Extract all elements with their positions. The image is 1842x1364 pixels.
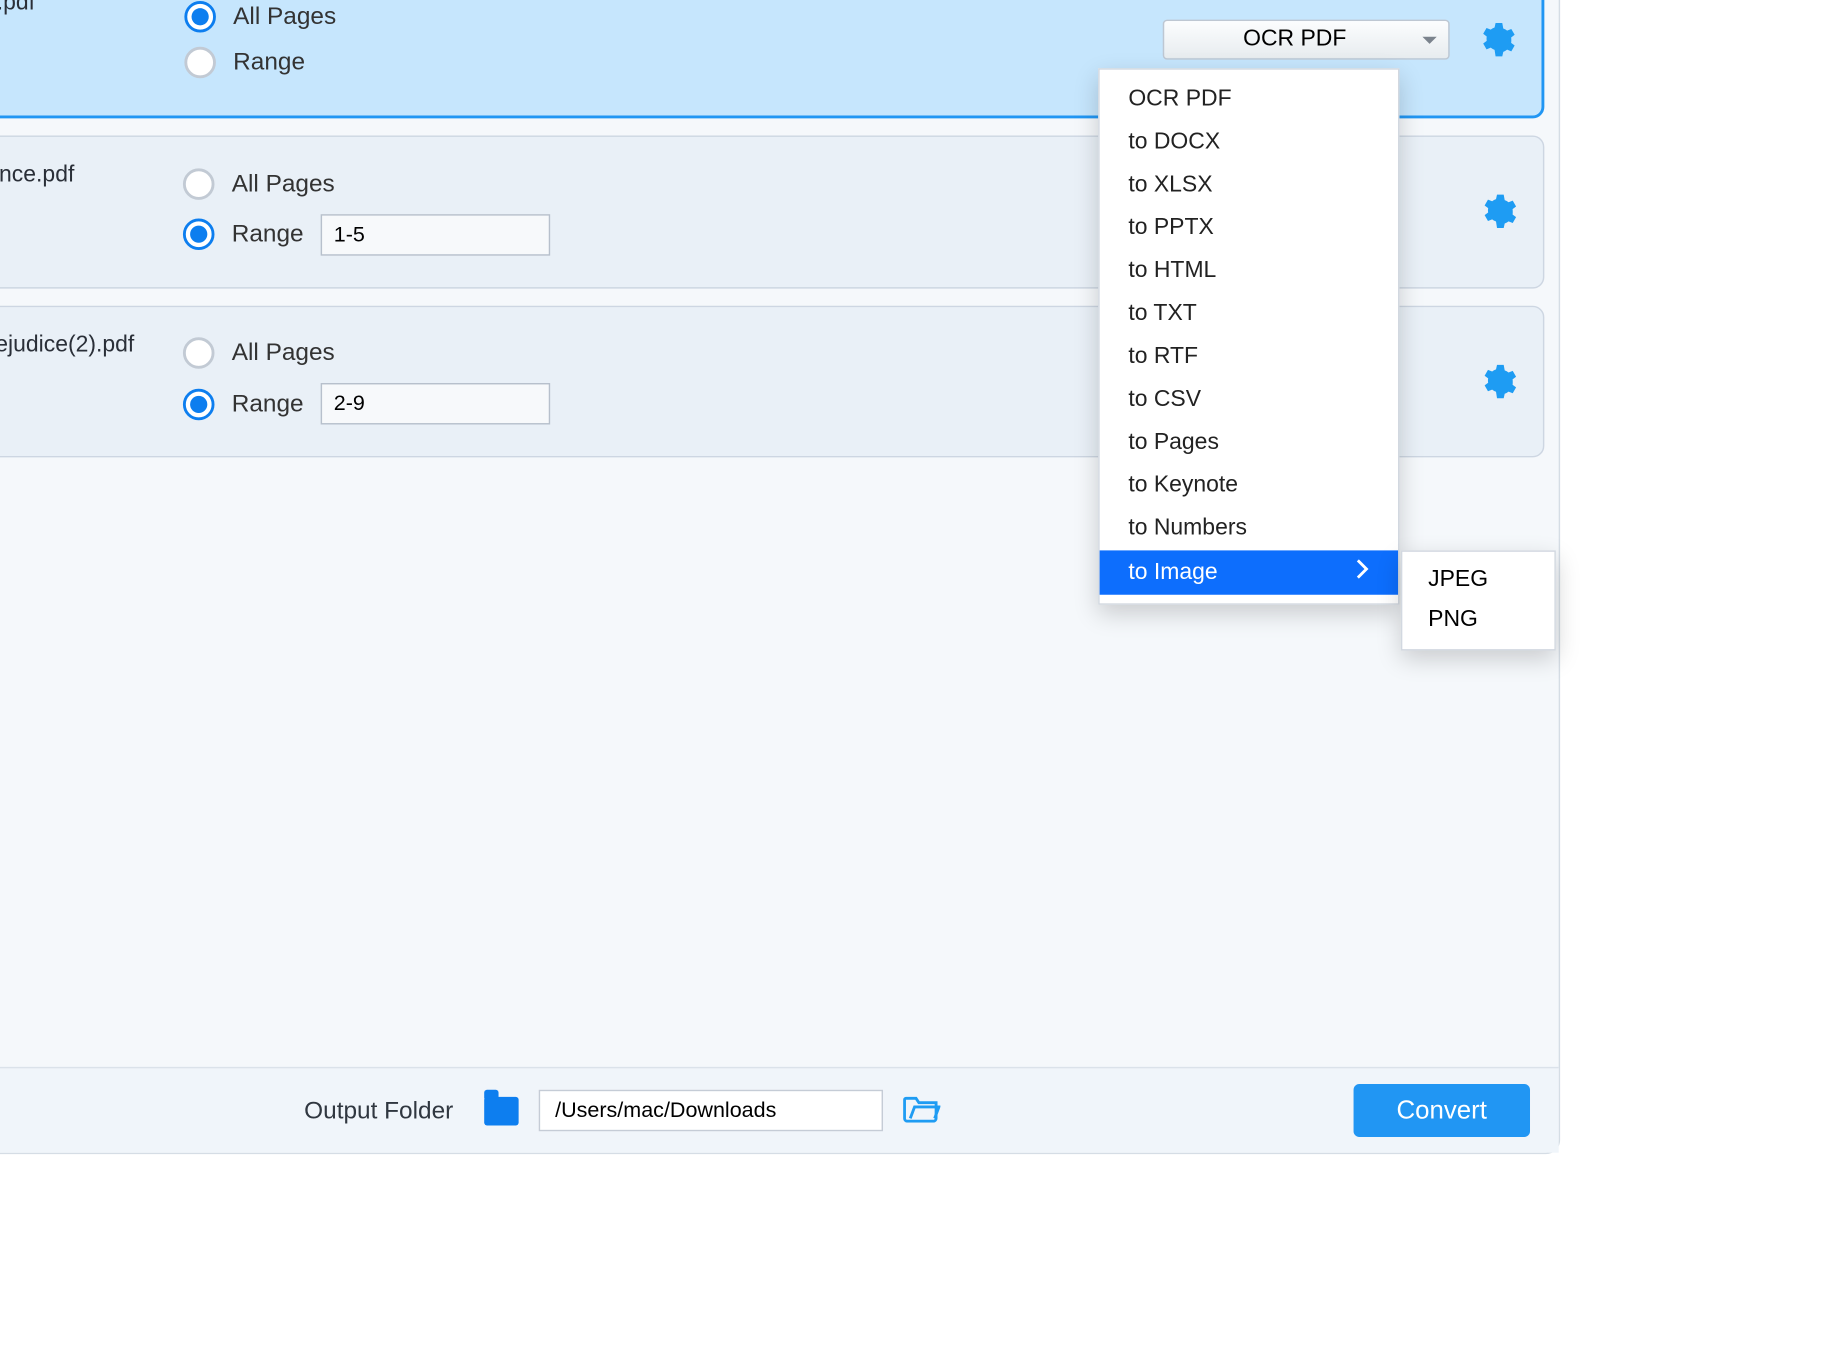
format-option[interactable]: to DOCX xyxy=(1100,121,1398,164)
all-pages-label: All Pages xyxy=(232,339,335,368)
file-pages: 54 Pages xyxy=(0,230,157,267)
format-option[interactable]: to PPTX xyxy=(1100,207,1398,250)
page-mode-group: All Pages Range xyxy=(184,2,336,79)
page-mode-group: All Pages Range xyxy=(183,338,550,425)
all-pages-label: All Pages xyxy=(232,169,335,198)
file-pages: 1 Pages xyxy=(0,59,159,96)
app-window: Cisdem PDF Converter OCR Converter Creat… xyxy=(0,0,1560,1154)
radio-all-pages[interactable] xyxy=(184,2,216,33)
range-label: Range xyxy=(232,390,304,419)
radio-all-pages[interactable] xyxy=(183,168,215,199)
range-label: Range xyxy=(232,220,304,249)
image-format-option[interactable]: JPEG xyxy=(1402,560,1554,600)
file-meta: The Little Prince.pdf1.65 MB54 Pages xyxy=(0,157,157,267)
file-size: 1.65 MB xyxy=(0,193,157,230)
format-option[interactable]: to XLSX xyxy=(1100,164,1398,207)
output-path-field[interactable]: /Users/mac/Downloads xyxy=(539,1090,883,1131)
file-name: pride-and-prejudice(2).pdf xyxy=(0,327,157,364)
format-option[interactable]: OCR PDF xyxy=(1100,78,1398,121)
file-name: scanned pdf.pdf xyxy=(0,0,159,22)
folder-icon xyxy=(485,1096,519,1125)
radio-all-pages[interactable] xyxy=(183,338,215,369)
browse-folder-icon[interactable] xyxy=(904,1091,941,1130)
row-right xyxy=(1477,192,1517,232)
convert-button[interactable]: Convert xyxy=(1353,1084,1529,1137)
file-pages: 479 Pages xyxy=(0,400,157,437)
gear-icon[interactable] xyxy=(1475,20,1515,60)
radio-range[interactable] xyxy=(183,219,215,250)
file-meta: scanned pdf.pdf3.24 MB1 Pages xyxy=(0,0,159,95)
radio-range[interactable] xyxy=(184,47,216,78)
format-option[interactable]: to Image xyxy=(1100,550,1398,594)
format-option[interactable]: to HTML xyxy=(1100,250,1398,293)
chevron-right-icon xyxy=(1355,559,1369,586)
row-right xyxy=(1477,361,1517,401)
format-option[interactable]: to Numbers xyxy=(1100,507,1398,550)
bottom-bar: + − Output Folder /Users/mac/Downloads C… xyxy=(0,1067,1559,1153)
range-input[interactable] xyxy=(321,384,551,425)
format-option[interactable]: to Keynote xyxy=(1100,465,1398,508)
page-mode-group: All Pages Range xyxy=(183,168,550,255)
format-option[interactable]: to Pages xyxy=(1100,422,1398,465)
range-input[interactable] xyxy=(321,214,551,255)
file-size: 1.53 MB xyxy=(0,363,157,400)
format-option[interactable]: to CSV xyxy=(1100,379,1398,422)
gear-icon[interactable] xyxy=(1477,361,1517,401)
format-select[interactable]: OCR PDF xyxy=(1163,20,1450,60)
image-format-option[interactable]: PNG xyxy=(1402,600,1554,640)
image-format-submenu: JPEGPNG xyxy=(1401,550,1556,650)
all-pages-label: All Pages xyxy=(233,3,336,32)
file-meta: pride-and-prejudice(2).pdf1.53 MB479 Pag… xyxy=(0,327,157,437)
range-label: Range xyxy=(233,49,305,78)
format-option[interactable]: to RTF xyxy=(1100,336,1398,379)
output-folder-label: Output Folder xyxy=(304,1096,453,1125)
file-name: The Little Prince.pdf xyxy=(0,157,157,194)
format-option[interactable]: to TXT xyxy=(1100,293,1398,336)
row-right: OCR PDF xyxy=(1163,20,1516,60)
file-size: 3.24 MB xyxy=(0,22,159,59)
gear-icon[interactable] xyxy=(1477,192,1517,232)
format-dropdown: OCR PDFto DOCXto XLSXto PPTXto HTMLto TX… xyxy=(1098,68,1399,605)
radio-range[interactable] xyxy=(183,389,215,420)
